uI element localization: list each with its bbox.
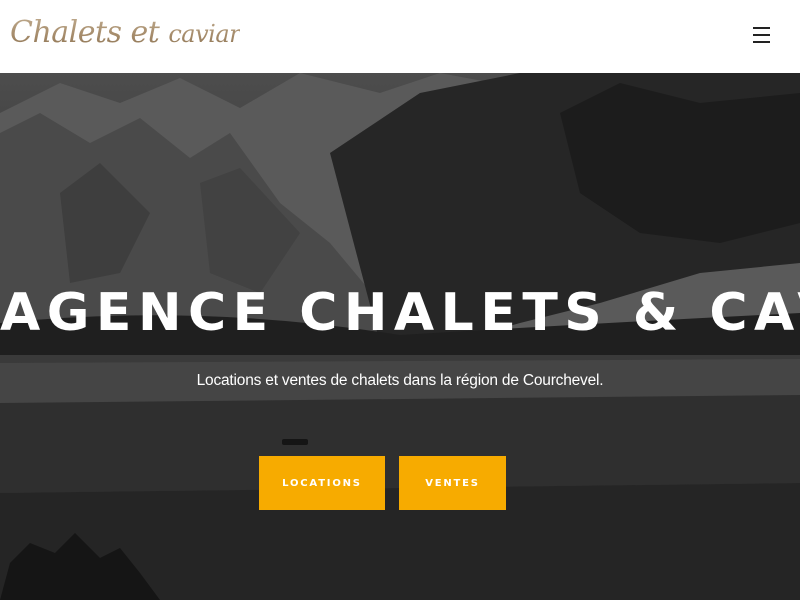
hamburger-menu-icon[interactable] <box>748 22 774 48</box>
logo-small-text: caviar <box>168 20 241 48</box>
site-logo[interactable]: Chalets et caviar <box>10 8 240 58</box>
locations-button[interactable]: LOCATIONS <box>259 456 385 510</box>
hero-subtitle: Locations et ventes de chalets dans la r… <box>196 372 604 389</box>
hero-section: AGENCE CHALETS & CAVIAR Locations et ven… <box>0 73 800 600</box>
ventes-button[interactable]: VENTES <box>399 456 506 510</box>
hero-title: AGENCE CHALETS & CAVIAR <box>0 283 800 343</box>
site-header: Chalets et caviar <box>0 0 800 73</box>
logo-main-text: Chalets et <box>10 15 160 50</box>
